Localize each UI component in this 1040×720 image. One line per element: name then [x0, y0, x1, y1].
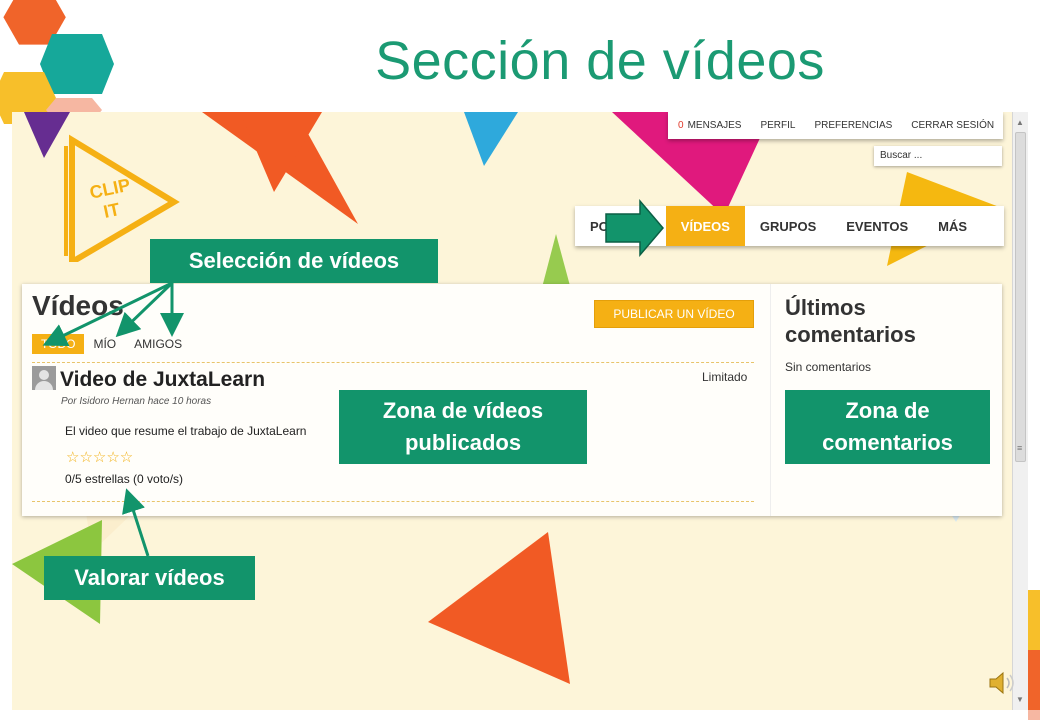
- tab-mio[interactable]: MÍO: [84, 334, 125, 354]
- callout-published-zone: Zona de vídeos publicados: [339, 390, 587, 464]
- callout-video-selection: Selección de vídeos: [150, 239, 438, 283]
- nav-label-videos: VÍDEOS: [680, 218, 730, 234]
- profile-link[interactable]: PERFIL: [760, 120, 795, 131]
- logo-text-top: CLIP: [88, 175, 132, 203]
- nav-item-videos[interactable]: VÍDEOS: [665, 206, 745, 246]
- publish-video-button[interactable]: PUBLICAR UN VÍDEO: [594, 300, 754, 328]
- tab-amigos[interactable]: AMIGOS: [125, 334, 191, 354]
- video-filter-tabs: TODO MÍO AMIGOS: [32, 334, 191, 354]
- vertical-scrollbar[interactable]: ▲ ≡ ▼: [1012, 112, 1028, 710]
- slide-title: Sección de vídeos: [375, 31, 825, 91]
- scroll-grip-icon: ≡: [1017, 443, 1023, 453]
- video-title-link[interactable]: Video de JuxtaLearn: [60, 368, 265, 392]
- videos-heading: Vídeos: [32, 290, 124, 321]
- triangle-blue: [464, 112, 518, 166]
- message-count: 0: [678, 120, 684, 131]
- logout-link[interactable]: CERRAR SESIÓN: [911, 120, 994, 131]
- nav-label-mas: MÁS: [938, 218, 968, 234]
- scroll-thumb[interactable]: [1015, 132, 1026, 462]
- scroll-down-icon[interactable]: ▼: [1016, 695, 1024, 704]
- hexagon-teal: [40, 34, 114, 94]
- nav-label-grupos: GRUPOS: [759, 218, 817, 234]
- star-rating-icons[interactable]: ☆☆☆☆☆: [66, 448, 133, 466]
- video-description: El video que resume el trabajo de JuxtaL…: [65, 424, 307, 438]
- nav-item-mas[interactable]: MÁS: [923, 206, 982, 246]
- logo-text-bottom: IT: [102, 199, 122, 222]
- nav-item-eventos[interactable]: EVENTOS: [831, 206, 923, 246]
- comments-heading: Últimos comentarios: [785, 295, 916, 347]
- preferences-link[interactable]: PREFERENCIAS: [814, 120, 892, 131]
- nav-item-portada[interactable]: PO: [575, 206, 624, 246]
- rating-text: 0/5 estrellas (0 voto/s): [65, 472, 184, 486]
- divider-bottom: [32, 501, 754, 502]
- speaker-icon[interactable]: [986, 668, 1016, 698]
- messages-link[interactable]: MENSAJES: [688, 120, 742, 131]
- comments-empty-text: Sin comentarios: [785, 360, 872, 374]
- access-level: Limitado: [702, 370, 748, 384]
- nav-label-portada: PO: [590, 218, 609, 234]
- search-input[interactable]: Buscar ...: [874, 146, 1002, 166]
- top-user-menu: 0 MENSAJES PERFIL PREFERENCIAS CERRAR SE…: [668, 112, 1003, 139]
- tab-todo[interactable]: TODO: [32, 334, 85, 354]
- nav-item-grupos[interactable]: GRUPOS: [745, 206, 831, 246]
- scroll-up-icon[interactable]: ▲: [1016, 118, 1024, 127]
- callout-comments-zone: Zona de comentarios: [785, 390, 990, 464]
- side-bar-yellow: [1028, 590, 1040, 650]
- triangle-orange-bottom: [428, 532, 570, 684]
- side-bar-peach: [1028, 710, 1040, 720]
- divider-top: [32, 362, 754, 363]
- avatar-icon[interactable]: [32, 366, 56, 390]
- video-byline: Por Isidoro Hernan hace 10 horas: [61, 396, 212, 407]
- column-divider: [770, 284, 771, 516]
- callout-rate-videos: Valorar vídeos: [44, 556, 255, 600]
- main-navigation: PO VÍDEOS GRUPOS EVENTOS MÁS: [575, 206, 1004, 246]
- side-bar-orange: [1028, 650, 1040, 710]
- nav-label-eventos: EVENTOS: [846, 218, 909, 234]
